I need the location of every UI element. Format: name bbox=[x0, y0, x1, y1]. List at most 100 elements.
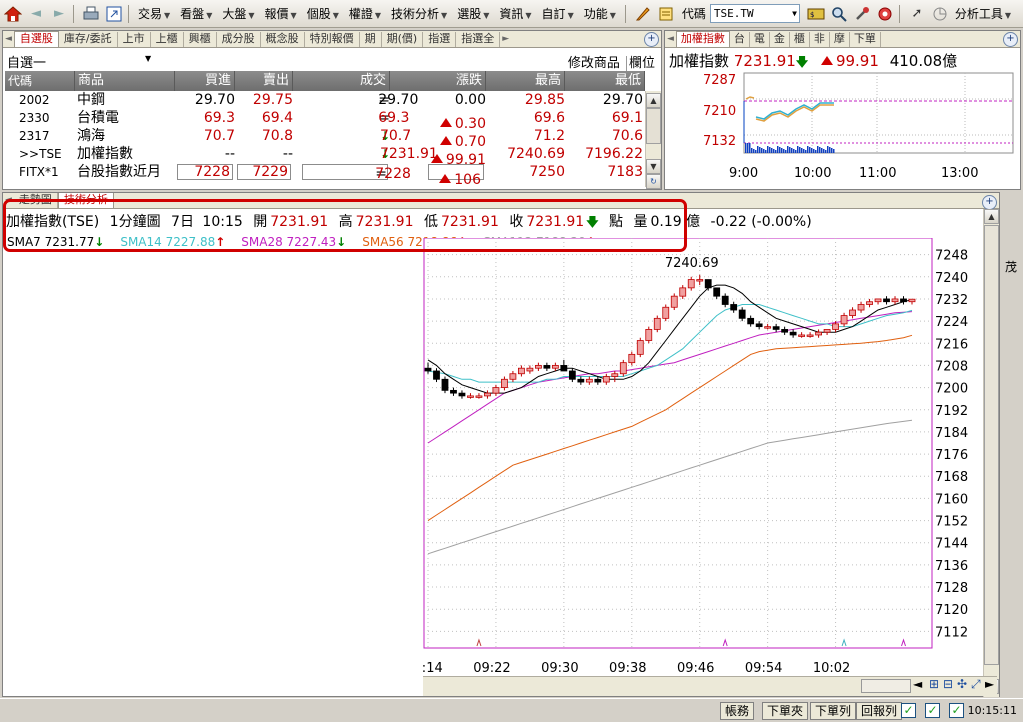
watchlist-tab[interactable]: 自選股 bbox=[13, 31, 59, 47]
watchlist-tab[interactable]: 上櫃 bbox=[151, 32, 184, 47]
tab-scroll-left-icon[interactable]: ◄ bbox=[3, 32, 14, 47]
symbol-code-input[interactable]: TSE.TW ▼ bbox=[709, 4, 800, 23]
cursor-icon[interactable]: ➚ bbox=[907, 4, 927, 24]
header-bid[interactable]: 買進 bbox=[175, 71, 235, 91]
columns-button[interactable]: 欄位 bbox=[629, 56, 655, 71]
menu-item[interactable]: 個股 ▼ bbox=[302, 3, 344, 25]
back-icon[interactable]: ◄ bbox=[26, 4, 46, 24]
table-row[interactable]: 2317 鴻海 70.7 70.8 70.7 ↓ 0.70 71.2 70.6 bbox=[5, 127, 645, 150]
scroll-up-icon[interactable]: ▲ bbox=[984, 209, 999, 224]
candle bbox=[823, 329, 831, 333]
mini-tab[interactable]: 櫃 bbox=[790, 32, 810, 47]
candle bbox=[611, 373, 619, 377]
header-high[interactable]: 最高 bbox=[486, 71, 565, 91]
header-ask[interactable]: 賣出 bbox=[235, 71, 293, 91]
tab-scroll-right-icon[interactable]: ► bbox=[500, 32, 511, 47]
watchlist-tab[interactable]: 庫存/委託 bbox=[59, 32, 118, 47]
mini-tab[interactable]: 下單 bbox=[850, 32, 881, 47]
tab-scroll-left-icon[interactable]: ◄ bbox=[665, 32, 676, 47]
row-ask: -- bbox=[282, 146, 293, 162]
header-last[interactable]: 成交 bbox=[295, 71, 390, 91]
mini-volume-bar bbox=[745, 143, 747, 153]
watchlist-tab[interactable]: 特別報價 bbox=[305, 32, 360, 47]
watchlist-tab[interactable]: 上市 bbox=[118, 32, 151, 47]
zoom-in-icon[interactable]: ⊞ bbox=[929, 677, 939, 691]
header-low[interactable]: 最低 bbox=[565, 71, 645, 91]
home-icon[interactable] bbox=[3, 4, 23, 24]
header-name[interactable]: 商品 bbox=[75, 71, 175, 91]
zoom-icon[interactable]: + bbox=[644, 32, 659, 47]
x-tick-label: 09:14 bbox=[423, 661, 443, 676]
quote-icon[interactable]: $ bbox=[806, 4, 826, 24]
crosshair-icon[interactable]: ✣ bbox=[957, 677, 967, 691]
popout-icon[interactable] bbox=[104, 4, 124, 24]
header-change[interactable]: 漲跌 bbox=[390, 71, 486, 91]
menu-analysis-tools[interactable]: 分析工具 ▼ bbox=[950, 3, 1016, 25]
menu-item[interactable]: 自訂 ▼ bbox=[537, 3, 579, 25]
zoom-icon[interactable]: + bbox=[982, 195, 997, 210]
menu-item[interactable]: 大盤 ▼ bbox=[217, 3, 259, 25]
alert-icon[interactable] bbox=[875, 4, 895, 24]
header-code[interactable]: 代碼 bbox=[5, 71, 75, 91]
mini-tab[interactable]: 台 bbox=[730, 32, 750, 47]
watchlist-tab[interactable]: 指選全 bbox=[456, 32, 501, 47]
watchlist-tab[interactable]: 概念股 bbox=[261, 32, 305, 47]
scroll-thumb[interactable] bbox=[646, 108, 661, 144]
watchlist-tab[interactable]: 期(價) bbox=[382, 32, 424, 47]
menu-item[interactable]: 看盤 ▼ bbox=[175, 3, 217, 25]
print-icon[interactable] bbox=[81, 4, 101, 24]
scroll-down-icon[interactable]: ▼ bbox=[646, 159, 661, 174]
table-row[interactable]: >>TSE 加權指數 -- -- 7231.91 ↓ 99.91 7240.69 7196.22 bbox=[5, 145, 645, 168]
menu-item[interactable]: 資訊 ▼ bbox=[494, 3, 536, 25]
chevron-down-icon[interactable]: ▼ bbox=[792, 5, 797, 22]
scroll-up-icon[interactable]: ▲ bbox=[646, 93, 661, 108]
refresh-icon[interactable]: ↻ bbox=[646, 174, 661, 189]
menu-item[interactable]: 權證 ▼ bbox=[344, 3, 386, 25]
watchlist-name[interactable]: 自選一 bbox=[7, 52, 46, 71]
row-bid: 7228 bbox=[177, 164, 233, 180]
pen-icon[interactable] bbox=[633, 4, 653, 24]
mini-tab[interactable]: 加權指數 bbox=[675, 31, 730, 47]
fit-icon[interactable]: ⤢ bbox=[971, 677, 981, 692]
menu-item[interactable]: 報價 ▼ bbox=[260, 3, 302, 25]
edit-products-button[interactable]: 修改商品 bbox=[568, 56, 620, 71]
menu-item[interactable]: 功能 ▼ bbox=[579, 3, 621, 25]
table-row[interactable]: FITX*1 台股指數近月 7228 7229 7228 = 106 7250 7183 bbox=[5, 163, 645, 188]
menu-item[interactable]: 技術分析 ▼ bbox=[386, 3, 452, 25]
y-tick-label: 7160 bbox=[935, 492, 968, 507]
checkbox-icon[interactable]: ✓ bbox=[901, 703, 916, 718]
row-bid: 29.70 bbox=[194, 92, 235, 108]
search-icon[interactable] bbox=[829, 4, 849, 24]
menu-item[interactable]: 選股 ▼ bbox=[452, 3, 494, 25]
mini-tab[interactable]: 摩 bbox=[830, 32, 850, 47]
watchlist-tab[interactable]: 指選 bbox=[423, 32, 457, 47]
chart-hscroll[interactable] bbox=[861, 679, 911, 693]
watchlist-scrollbar[interactable]: ▲ ▼ ↻ bbox=[645, 91, 661, 189]
watchlist-tab[interactable]: 期 bbox=[360, 32, 382, 47]
order-folder-button[interactable]: 下單夾 bbox=[762, 702, 809, 720]
scroll-right-icon[interactable]: ► bbox=[985, 677, 994, 691]
tools-icon[interactable] bbox=[852, 4, 872, 24]
chevron-down-icon[interactable]: ▼ bbox=[145, 54, 151, 63]
note-icon[interactable] bbox=[656, 4, 676, 24]
analysis-tools-icon[interactable] bbox=[930, 4, 950, 24]
report-bar-button[interactable]: 回報列 bbox=[856, 702, 903, 720]
table-row[interactable]: 2002 中鋼 29.70 29.75 29.70 = 0.00 29.85 29.70 bbox=[5, 91, 645, 109]
checkbox-icon[interactable]: ✓ bbox=[925, 703, 940, 718]
checkbox-icon[interactable]: ✓ bbox=[949, 703, 964, 718]
zoom-out-icon[interactable]: ⊟ bbox=[943, 677, 953, 691]
candle bbox=[551, 365, 559, 369]
forward-icon[interactable]: ► bbox=[49, 4, 69, 24]
table-row[interactable]: 2330 台積電 69.3 69.4 69.3 = 0.30 69.6 69.1 bbox=[5, 109, 645, 132]
account-button[interactable]: 帳務 bbox=[720, 702, 755, 720]
scroll-left-icon[interactable]: ◄ bbox=[913, 677, 922, 691]
watchlist-tab[interactable]: 成分股 bbox=[217, 32, 261, 47]
zoom-icon[interactable]: + bbox=[1003, 32, 1018, 47]
y-tick-label: 7192 bbox=[935, 404, 968, 419]
mini-tab[interactable]: 電 bbox=[750, 32, 770, 47]
mini-tab[interactable]: 非 bbox=[810, 32, 830, 47]
watchlist-tab[interactable]: 興櫃 bbox=[184, 32, 217, 47]
menu-item[interactable]: 交易 ▼ bbox=[133, 3, 175, 25]
order-bar-button[interactable]: 下單列 bbox=[810, 702, 857, 720]
mini-tab[interactable]: 金 bbox=[770, 32, 790, 47]
